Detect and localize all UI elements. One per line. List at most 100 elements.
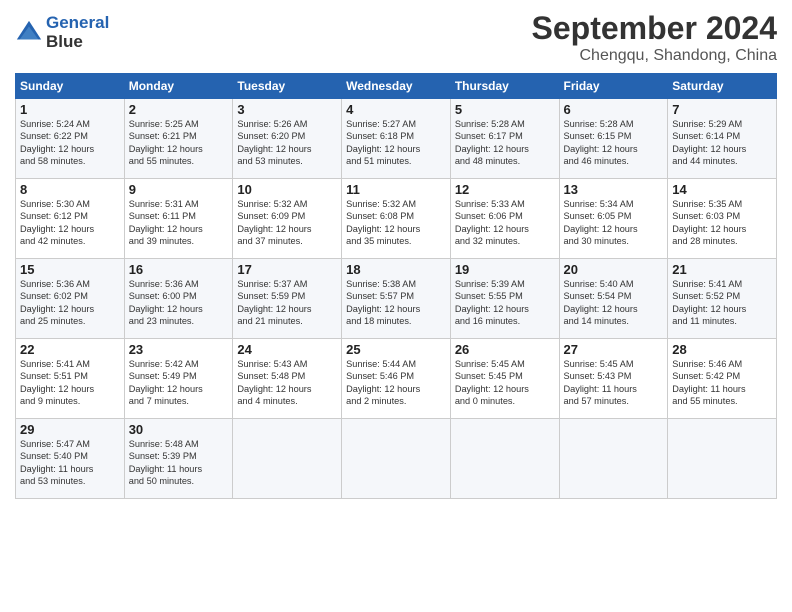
calendar-body: 1Sunrise: 5:24 AM Sunset: 6:22 PM Daylig… [16,99,777,499]
calendar-cell: 27Sunrise: 5:45 AM Sunset: 5:43 PM Dayli… [559,339,668,419]
day-number: 11 [346,182,446,197]
day-info: Sunrise: 5:37 AM Sunset: 5:59 PM Dayligh… [237,278,337,328]
day-number: 7 [672,102,772,117]
day-number: 3 [237,102,337,117]
day-number: 8 [20,182,120,197]
day-number: 6 [564,102,664,117]
calendar-row: 29Sunrise: 5:47 AM Sunset: 5:40 PM Dayli… [16,419,777,499]
calendar-cell: 20Sunrise: 5:40 AM Sunset: 5:54 PM Dayli… [559,259,668,339]
day-info: Sunrise: 5:38 AM Sunset: 5:57 PM Dayligh… [346,278,446,328]
day-number: 17 [237,262,337,277]
day-info: Sunrise: 5:41 AM Sunset: 5:51 PM Dayligh… [20,358,120,408]
title-area: September 2024 Chengqu, Shandong, China [532,10,777,65]
day-info: Sunrise: 5:41 AM Sunset: 5:52 PM Dayligh… [672,278,772,328]
calendar-cell: 19Sunrise: 5:39 AM Sunset: 5:55 PM Dayli… [450,259,559,339]
day-info: Sunrise: 5:46 AM Sunset: 5:42 PM Dayligh… [672,358,772,408]
day-info: Sunrise: 5:30 AM Sunset: 6:12 PM Dayligh… [20,198,120,248]
day-info: Sunrise: 5:28 AM Sunset: 6:17 PM Dayligh… [455,118,555,168]
calendar-cell: 17Sunrise: 5:37 AM Sunset: 5:59 PM Dayli… [233,259,342,339]
calendar-cell [233,419,342,499]
day-number: 1 [20,102,120,117]
day-info: Sunrise: 5:47 AM Sunset: 5:40 PM Dayligh… [20,438,120,488]
weekday-header-cell: Wednesday [342,74,451,99]
month-title: September 2024 [532,10,777,47]
day-info: Sunrise: 5:25 AM Sunset: 6:21 PM Dayligh… [129,118,229,168]
day-number: 30 [129,422,229,437]
calendar-cell: 22Sunrise: 5:41 AM Sunset: 5:51 PM Dayli… [16,339,125,419]
day-info: Sunrise: 5:44 AM Sunset: 5:46 PM Dayligh… [346,358,446,408]
day-number: 22 [20,342,120,357]
calendar-row: 8Sunrise: 5:30 AM Sunset: 6:12 PM Daylig… [16,179,777,259]
calendar-cell: 15Sunrise: 5:36 AM Sunset: 6:02 PM Dayli… [16,259,125,339]
day-info: Sunrise: 5:36 AM Sunset: 6:02 PM Dayligh… [20,278,120,328]
day-number: 14 [672,182,772,197]
calendar-cell: 14Sunrise: 5:35 AM Sunset: 6:03 PM Dayli… [668,179,777,259]
day-info: Sunrise: 5:48 AM Sunset: 5:39 PM Dayligh… [129,438,229,488]
weekday-header-cell: Tuesday [233,74,342,99]
calendar-cell: 30Sunrise: 5:48 AM Sunset: 5:39 PM Dayli… [124,419,233,499]
day-number: 21 [672,262,772,277]
location-title: Chengqu, Shandong, China [532,47,777,65]
day-number: 27 [564,342,664,357]
logo-icon [15,19,43,47]
calendar-cell: 24Sunrise: 5:43 AM Sunset: 5:48 PM Dayli… [233,339,342,419]
day-number: 15 [20,262,120,277]
day-number: 16 [129,262,229,277]
day-number: 18 [346,262,446,277]
day-info: Sunrise: 5:28 AM Sunset: 6:15 PM Dayligh… [564,118,664,168]
day-number: 25 [346,342,446,357]
day-info: Sunrise: 5:31 AM Sunset: 6:11 PM Dayligh… [129,198,229,248]
day-number: 29 [20,422,120,437]
day-number: 24 [237,342,337,357]
day-info: Sunrise: 5:26 AM Sunset: 6:20 PM Dayligh… [237,118,337,168]
calendar-cell: 29Sunrise: 5:47 AM Sunset: 5:40 PM Dayli… [16,419,125,499]
logo: General Blue [15,14,109,51]
calendar-row: 15Sunrise: 5:36 AM Sunset: 6:02 PM Dayli… [16,259,777,339]
calendar-cell: 11Sunrise: 5:32 AM Sunset: 6:08 PM Dayli… [342,179,451,259]
calendar-cell: 21Sunrise: 5:41 AM Sunset: 5:52 PM Dayli… [668,259,777,339]
day-info: Sunrise: 5:35 AM Sunset: 6:03 PM Dayligh… [672,198,772,248]
calendar-cell [668,419,777,499]
calendar-cell: 3Sunrise: 5:26 AM Sunset: 6:20 PM Daylig… [233,99,342,179]
day-info: Sunrise: 5:27 AM Sunset: 6:18 PM Dayligh… [346,118,446,168]
day-number: 26 [455,342,555,357]
day-info: Sunrise: 5:40 AM Sunset: 5:54 PM Dayligh… [564,278,664,328]
day-info: Sunrise: 5:39 AM Sunset: 5:55 PM Dayligh… [455,278,555,328]
day-info: Sunrise: 5:33 AM Sunset: 6:06 PM Dayligh… [455,198,555,248]
day-info: Sunrise: 5:34 AM Sunset: 6:05 PM Dayligh… [564,198,664,248]
calendar-cell: 8Sunrise: 5:30 AM Sunset: 6:12 PM Daylig… [16,179,125,259]
calendar-cell: 2Sunrise: 5:25 AM Sunset: 6:21 PM Daylig… [124,99,233,179]
calendar-cell: 16Sunrise: 5:36 AM Sunset: 6:00 PM Dayli… [124,259,233,339]
day-number: 28 [672,342,772,357]
day-info: Sunrise: 5:45 AM Sunset: 5:43 PM Dayligh… [564,358,664,408]
calendar-cell [342,419,451,499]
logo-text: General Blue [46,14,109,51]
calendar-row: 22Sunrise: 5:41 AM Sunset: 5:51 PM Dayli… [16,339,777,419]
day-number: 23 [129,342,229,357]
calendar-cell: 28Sunrise: 5:46 AM Sunset: 5:42 PM Dayli… [668,339,777,419]
day-number: 10 [237,182,337,197]
day-info: Sunrise: 5:29 AM Sunset: 6:14 PM Dayligh… [672,118,772,168]
calendar-cell: 13Sunrise: 5:34 AM Sunset: 6:05 PM Dayli… [559,179,668,259]
day-info: Sunrise: 5:32 AM Sunset: 6:09 PM Dayligh… [237,198,337,248]
calendar-table: SundayMondayTuesdayWednesdayThursdayFrid… [15,73,777,499]
calendar-cell: 4Sunrise: 5:27 AM Sunset: 6:18 PM Daylig… [342,99,451,179]
weekday-header-row: SundayMondayTuesdayWednesdayThursdayFrid… [16,74,777,99]
calendar-cell: 9Sunrise: 5:31 AM Sunset: 6:11 PM Daylig… [124,179,233,259]
weekday-header-cell: Saturday [668,74,777,99]
day-number: 9 [129,182,229,197]
calendar-cell: 1Sunrise: 5:24 AM Sunset: 6:22 PM Daylig… [16,99,125,179]
day-info: Sunrise: 5:36 AM Sunset: 6:00 PM Dayligh… [129,278,229,328]
calendar-cell [559,419,668,499]
weekday-header-cell: Sunday [16,74,125,99]
header-area: General Blue September 2024 Chengqu, Sha… [15,10,777,65]
day-number: 4 [346,102,446,117]
calendar-cell: 10Sunrise: 5:32 AM Sunset: 6:09 PM Dayli… [233,179,342,259]
day-number: 19 [455,262,555,277]
calendar-cell: 6Sunrise: 5:28 AM Sunset: 6:15 PM Daylig… [559,99,668,179]
day-number: 20 [564,262,664,277]
calendar-cell: 18Sunrise: 5:38 AM Sunset: 5:57 PM Dayli… [342,259,451,339]
day-info: Sunrise: 5:45 AM Sunset: 5:45 PM Dayligh… [455,358,555,408]
calendar-cell: 7Sunrise: 5:29 AM Sunset: 6:14 PM Daylig… [668,99,777,179]
main-container: General Blue September 2024 Chengqu, Sha… [0,0,792,509]
